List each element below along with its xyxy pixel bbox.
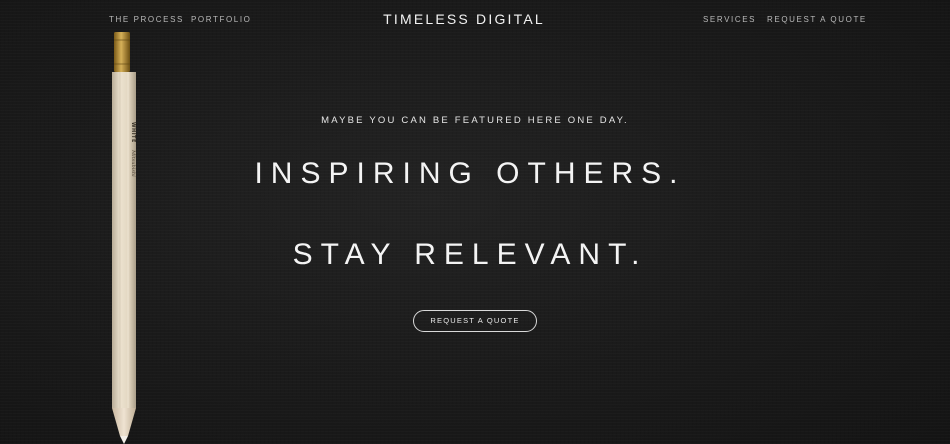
nav-link-services[interactable]: SERVICES	[703, 15, 756, 24]
hero-heading-line-1: INSPIRING OTHERS.	[254, 157, 686, 190]
hero-heading-line-2: STAY RELEVANT.	[292, 238, 648, 271]
hero-kicker: MAYBE YOU CAN BE FEATURED HERE ONE DAY.	[321, 115, 629, 126]
hero-page: THE PROCESS PORTFOLIO TIMELESS DIGITAL S…	[0, 0, 950, 444]
pencil-image: WHITE Mitsubishi	[112, 32, 136, 444]
request-quote-button[interactable]: REQUEST A QUOTE	[413, 310, 537, 332]
nav-link-request-a-quote[interactable]: REQUEST A QUOTE	[767, 15, 867, 24]
